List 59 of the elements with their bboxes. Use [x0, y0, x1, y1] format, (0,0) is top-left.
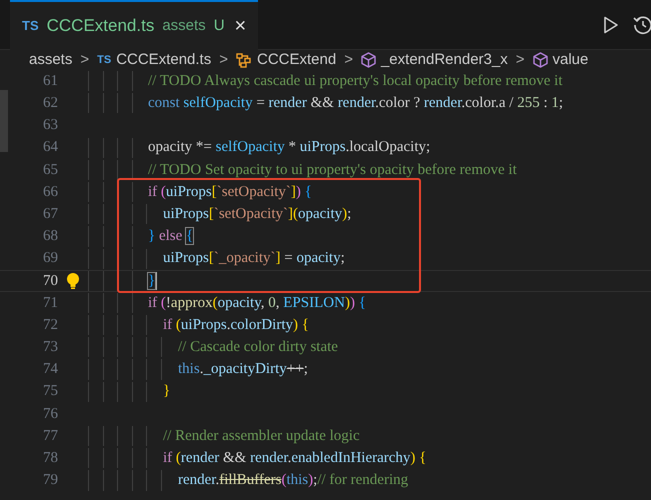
- code-line: if (uiProps[`setOpacity`]) {: [147, 182, 312, 202]
- line-number: 62: [42, 94, 58, 114]
- class-icon: [236, 52, 252, 68]
- code-line: this._opacityDirty++;: [177, 360, 308, 380]
- breadcrumb-item[interactable]: CCCExtend: [257, 48, 336, 72]
- code-line: // TODO Always cascade ui property's local opacity before remove it: [147, 72, 563, 91]
- line-number: 74: [42, 360, 58, 380]
- status-letter: U: [214, 16, 225, 36]
- line-number: 67: [42, 204, 58, 224]
- line-number: 71: [42, 294, 58, 313]
- code-line: if (render && render.enabledInHierarchy) {: [162, 449, 426, 468]
- line-number: 69: [42, 249, 58, 268]
- line-number: 61: [42, 72, 58, 91]
- run-icon[interactable]: [603, 16, 619, 34]
- history-icon[interactable]: [633, 14, 651, 34]
- code-line: }: [162, 382, 170, 402]
- line-number: 75: [42, 382, 58, 402]
- code-line: render.fillBuffers(this);// for rendering: [177, 471, 408, 490]
- panel-edge: [0, 90, 8, 152]
- tab-filename: CCCExtend.ts: [46, 15, 154, 38]
- line-number: 78: [42, 449, 58, 468]
- line-number: 65: [42, 160, 58, 180]
- breadcrumb-separator: >: [218, 50, 229, 70]
- line-number: 77: [42, 426, 58, 446]
- lightbulb-icon[interactable]: [66, 272, 80, 290]
- breadcrumb-separator: >: [514, 50, 526, 70]
- breadcrumb-separator: >: [79, 50, 90, 70]
- text-cursor: [155, 272, 158, 290]
- cube-icon: [532, 52, 548, 68]
- close-icon[interactable]: ×: [234, 11, 246, 41]
- code-line: // Render assembler update logic: [162, 426, 360, 446]
- line-number: 68: [42, 227, 58, 246]
- code-line: uiProps[`setOpacity`](opacity);: [162, 204, 352, 224]
- typescript-icon: TS: [22, 16, 39, 36]
- cube-icon: [360, 52, 376, 68]
- line-number: 66: [42, 182, 58, 202]
- line-number: 70: [42, 272, 58, 291]
- line-number: 76: [42, 404, 58, 424]
- line-number: 73: [42, 338, 58, 358]
- typescript-icon: TS: [97, 52, 112, 68]
- breadcrumb-separator: >: [343, 50, 354, 70]
- line-number: 72: [42, 316, 58, 335]
- code-line: // Cascade color dirty state: [177, 338, 338, 358]
- code-line: if (uiProps.colorDirty) {: [162, 316, 309, 335]
- breadcrumb-item[interactable]: _extendRender3_x: [380, 48, 508, 72]
- editor-tab[interactable]: TS CCCExtend.ts assets U ×: [10, 0, 258, 50]
- line-number: 63: [42, 116, 58, 136]
- tab-folder: assets: [162, 16, 206, 36]
- breadcrumb-item[interactable]: CCCExtend.ts: [116, 48, 212, 72]
- code-line: if (!approx(opacity, 0, EPSILON)) {: [147, 294, 366, 313]
- breadcrumb-item[interactable]: assets: [29, 48, 72, 72]
- breadcrumb-item[interactable]: value: [552, 48, 588, 72]
- line-number: 79: [42, 471, 58, 490]
- code-line: uiProps[`_opacity`] = opacity;: [162, 249, 345, 268]
- code-line: opacity *= selfOpacity * uiProps.localOpacity;: [147, 138, 430, 158]
- code-line: } else {: [147, 227, 194, 246]
- code-line: // TODO Set opacity to ui property's opacity before remove it: [147, 160, 517, 180]
- line-number: 64: [42, 138, 58, 158]
- code-line: const selfOpacity = render && render.color ? render.color.a / 255 : 1;: [147, 94, 564, 114]
